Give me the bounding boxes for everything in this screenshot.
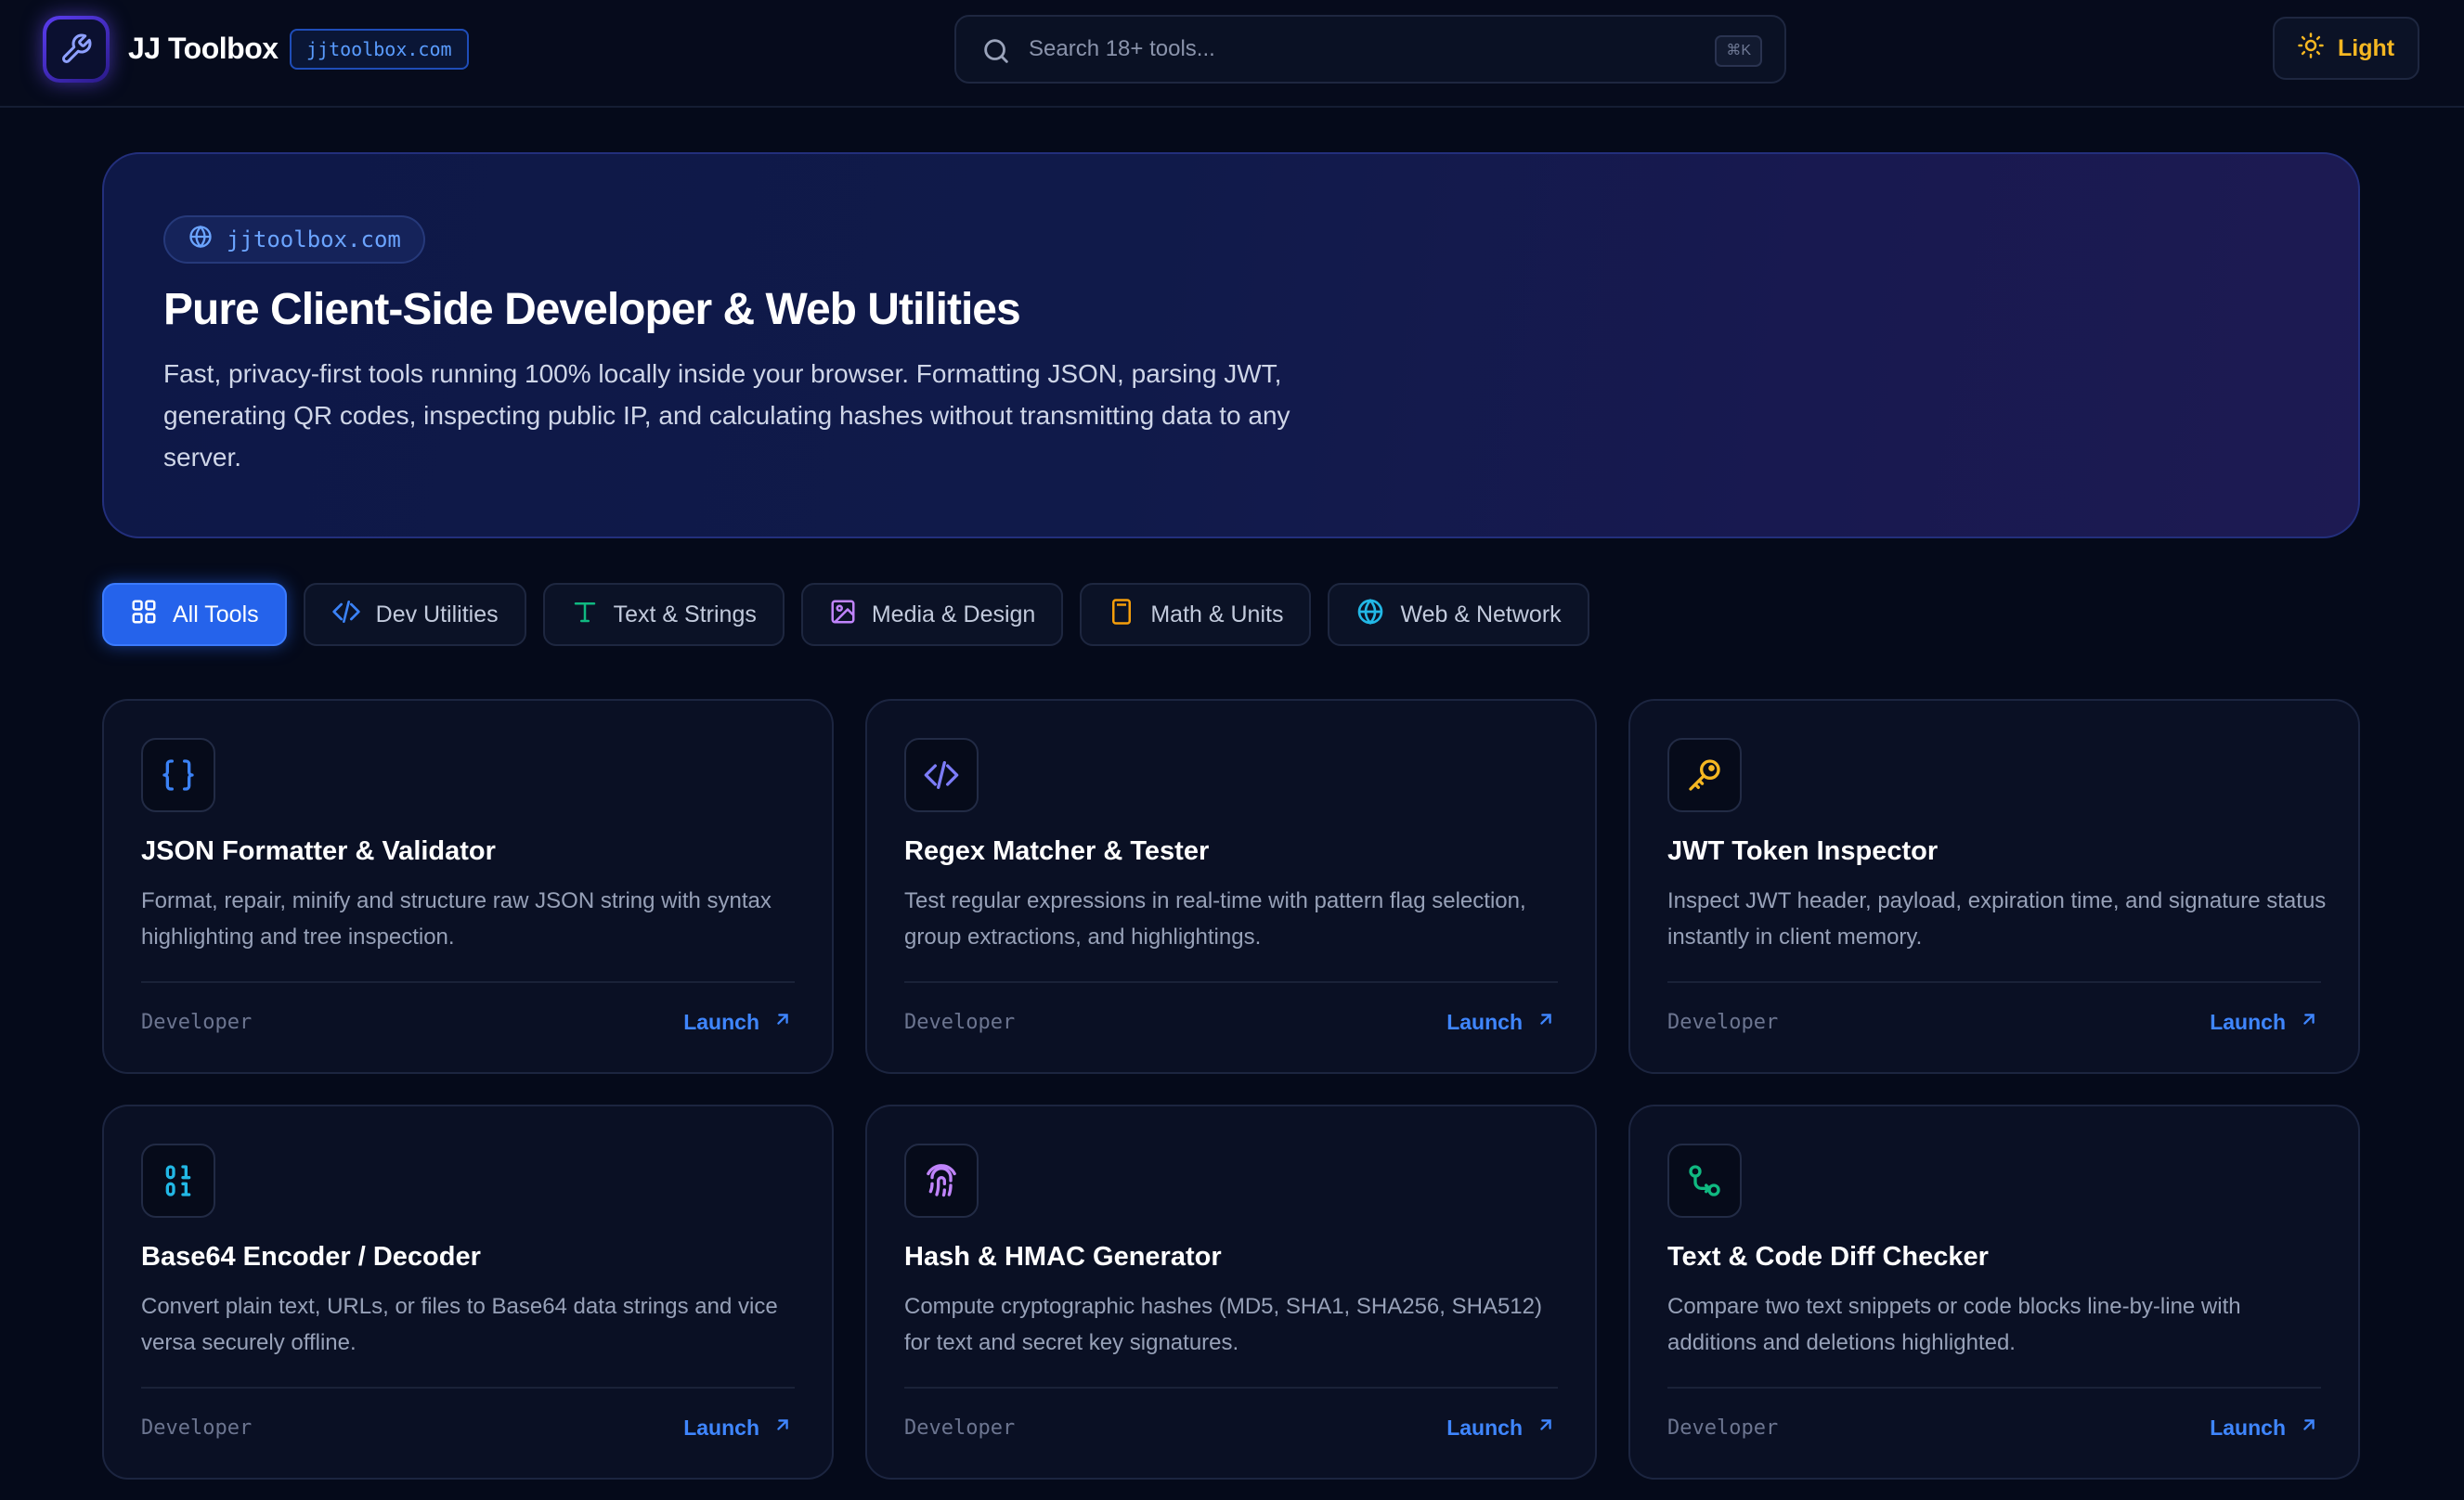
- tool-card-base64[interactable]: Base64 Encoder / Decoder Convert plain t…: [102, 1105, 834, 1480]
- calculator-icon: [1108, 598, 1135, 632]
- card-divider: [141, 981, 795, 983]
- card-category: Developer: [1667, 1011, 1779, 1034]
- launch-label: Launch: [2210, 1009, 2286, 1034]
- braces-icon: [141, 738, 215, 812]
- hero-domain-pill: jjtoolbox.com: [163, 215, 425, 264]
- tab-web-network[interactable]: Web & Network: [1328, 583, 1589, 646]
- tab-label: Math & Units: [1150, 601, 1284, 627]
- card-title: Hash & HMAC Generator: [904, 1242, 1222, 1272]
- domain-badge: jjtoolbox.com: [290, 29, 469, 70]
- card-title: Base64 Encoder / Decoder: [141, 1242, 481, 1272]
- card-title: JWT Token Inspector: [1667, 836, 1939, 866]
- tool-card-json-formatter[interactable]: JSON Formatter & Validator Format, repai…: [102, 699, 834, 1074]
- card-description: Convert plain text, URLs, or files to Ba…: [141, 1294, 778, 1355]
- tab-label: All Tools: [173, 601, 259, 627]
- launch-link[interactable]: Launch: [2210, 1415, 2319, 1441]
- card-divider: [1667, 1387, 2321, 1389]
- tool-card-hash-generator[interactable]: Hash & HMAC Generator Compute cryptograp…: [865, 1105, 1597, 1480]
- logo[interactable]: [43, 16, 110, 83]
- code-icon: [331, 597, 361, 633]
- tab-label: Text & Strings: [613, 601, 757, 627]
- grid-icon: [130, 598, 158, 632]
- arrow-up-right-icon: [772, 1009, 793, 1035]
- launch-label: Launch: [1446, 1415, 1523, 1440]
- arrow-up-right-icon: [772, 1415, 793, 1441]
- card-category: Developer: [141, 1011, 253, 1034]
- theme-toggle-button[interactable]: Light: [2273, 17, 2419, 80]
- launch-link[interactable]: Launch: [2210, 1009, 2319, 1035]
- card-description: Test regular expressions in real-time wi…: [904, 888, 1526, 950]
- search-icon: [980, 35, 1012, 71]
- sun-icon: [2297, 32, 2325, 66]
- key-icon: [1667, 738, 1742, 812]
- card-title: Text & Code Diff Checker: [1667, 1242, 1989, 1272]
- card-category: Developer: [904, 1416, 1016, 1440]
- category-tabs: All Tools Dev Utilities Text & Strings M…: [102, 583, 1589, 646]
- arrow-up-right-icon: [1536, 1415, 1556, 1441]
- globe-icon: [188, 224, 214, 256]
- tab-label: Dev Utilities: [375, 601, 499, 627]
- card-divider: [141, 1387, 795, 1389]
- tab-label: Media & Design: [871, 601, 1036, 627]
- launch-link[interactable]: Launch: [1446, 1415, 1556, 1441]
- arrow-up-right-icon: [2299, 1009, 2319, 1035]
- page-title: Pure Client-Side Developer & Web Utiliti…: [163, 285, 1021, 334]
- tool-card-diff-checker[interactable]: Text & Code Diff Checker Compare two tex…: [1628, 1105, 2360, 1480]
- type-icon: [571, 598, 599, 632]
- shortcut-hint: ⌘K: [1715, 35, 1762, 67]
- search-input[interactable]: [1029, 30, 1679, 69]
- tab-all-tools[interactable]: All Tools: [102, 583, 287, 646]
- launch-label: Launch: [1446, 1009, 1523, 1034]
- wrench-icon: [46, 19, 106, 79]
- theme-toggle-label: Light: [2338, 34, 2395, 61]
- search-box[interactable]: ⌘K: [954, 15, 1786, 84]
- launch-label: Launch: [2210, 1415, 2286, 1440]
- card-description: Inspect JWT header, payload, expiration …: [1667, 888, 2327, 950]
- hero-domain-label: jjtoolbox.com: [227, 226, 401, 252]
- globe-icon: [1355, 597, 1385, 633]
- binary-icon: [141, 1144, 215, 1218]
- card-category: Developer: [904, 1011, 1016, 1034]
- tool-card-jwt-inspector[interactable]: JWT Token Inspector Inspect JWT header, …: [1628, 699, 2360, 1074]
- arrow-up-right-icon: [2299, 1415, 2319, 1441]
- launch-link[interactable]: Launch: [1446, 1009, 1556, 1035]
- launch-link[interactable]: Launch: [683, 1009, 793, 1035]
- code-icon: [904, 738, 979, 812]
- card-divider: [1667, 981, 2321, 983]
- brand-name: JJ Toolbox: [128, 32, 279, 65]
- hero-description: Fast, privacy-first tools running 100% l…: [163, 359, 1290, 472]
- top-bar: JJ Toolbox jjtoolbox.com ⌘K Light: [0, 0, 2464, 108]
- hero-banner: jjtoolbox.com Pure Client-Side Developer…: [102, 152, 2360, 538]
- fingerprint-icon: [904, 1144, 979, 1218]
- tab-media-design[interactable]: Media & Design: [800, 583, 1064, 646]
- tab-math-units[interactable]: Math & Units: [1080, 583, 1312, 646]
- tool-card-regex-tester[interactable]: Regex Matcher & Tester Test regular expr…: [865, 699, 1597, 1074]
- git-compare-icon: [1667, 1144, 1742, 1218]
- card-category: Developer: [1667, 1416, 1779, 1440]
- launch-link[interactable]: Launch: [683, 1415, 793, 1441]
- launch-label: Launch: [683, 1009, 759, 1034]
- arrow-up-right-icon: [1536, 1009, 1556, 1035]
- card-description: Format, repair, minify and structure raw…: [141, 888, 772, 950]
- launch-label: Launch: [683, 1415, 759, 1440]
- tab-text-strings[interactable]: Text & Strings: [542, 583, 785, 646]
- card-divider: [904, 981, 1558, 983]
- card-description: Compare two text snippets or code blocks…: [1667, 1294, 2241, 1355]
- tab-label: Web & Network: [1400, 601, 1562, 627]
- card-divider: [904, 1387, 1558, 1389]
- card-category: Developer: [141, 1416, 253, 1440]
- card-title: JSON Formatter & Validator: [141, 836, 496, 866]
- card-description: Compute cryptographic hashes (MD5, SHA1,…: [904, 1294, 1542, 1355]
- card-title: Regex Matcher & Tester: [904, 836, 1210, 866]
- image-icon: [829, 598, 857, 632]
- tab-dev-utilities[interactable]: Dev Utilities: [303, 583, 526, 646]
